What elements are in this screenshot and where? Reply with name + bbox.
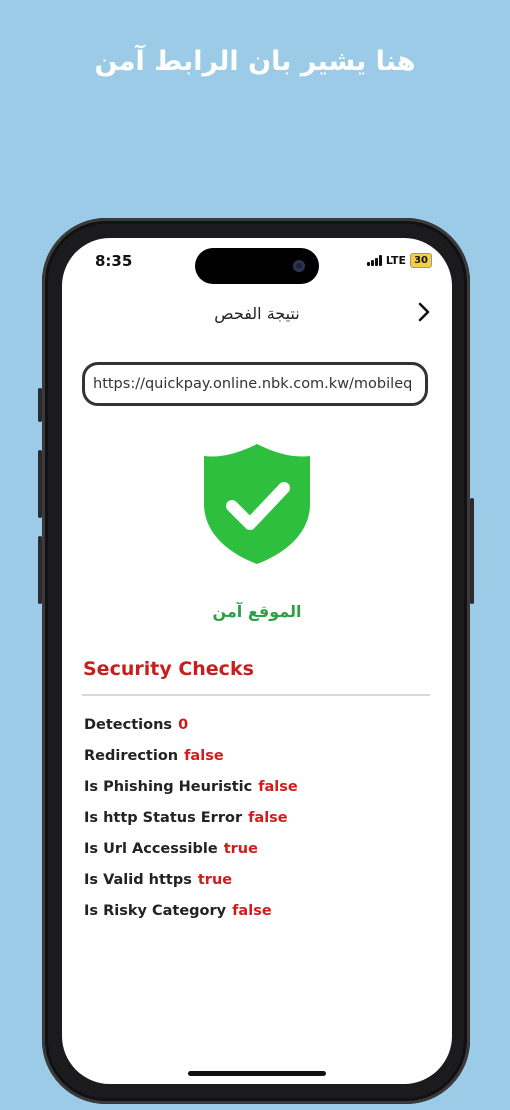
green-shield-check-icon [204, 444, 310, 564]
status-time: 8:35 [95, 252, 133, 270]
phone-screen: 8:35 LTE 30 نتيجة الفحص https://quickpay… [62, 238, 452, 1084]
page-title: نتيجة الفحص [214, 304, 300, 323]
check-row-detections: Detections 0 [84, 717, 188, 733]
check-label: Is Valid https [84, 872, 192, 888]
camera-icon [293, 260, 305, 272]
check-label: Is Url Accessible [84, 841, 218, 857]
check-label: Is Phishing Heuristic [84, 779, 253, 795]
check-value: false [248, 810, 288, 826]
check-row-risky-category: Is Risky Category false [84, 903, 272, 919]
check-row-valid-https: Is Valid https true [84, 872, 232, 888]
network-type: LTE [385, 254, 407, 267]
check-value: false [232, 903, 272, 919]
battery-icon: 30 [410, 253, 432, 268]
phone-volume-up [38, 450, 42, 518]
check-value: false [184, 748, 224, 764]
divider [82, 694, 430, 696]
check-label: Is http Status Error [84, 810, 243, 826]
chevron-right-icon[interactable] [412, 300, 436, 324]
check-label: Detections [84, 717, 173, 733]
phone-side-button [38, 388, 42, 422]
phone-volume-down [38, 536, 42, 604]
check-value: true [197, 872, 233, 888]
check-row-redirection: Redirection false [84, 748, 224, 764]
url-input[interactable]: https://quickpay.online.nbk.com.kw/mobil… [82, 362, 428, 406]
check-row-http-status-error: Is http Status Error false [84, 810, 288, 826]
status-indicators: LTE 30 [366, 253, 432, 268]
dynamic-island [195, 248, 319, 284]
banner-caption: هنا يشير بان الرابط آمن [94, 46, 416, 77]
phone-power-button [470, 498, 474, 604]
check-value: false [258, 779, 298, 795]
check-label: Is Risky Category [84, 903, 227, 919]
check-value: 0 [178, 717, 189, 733]
home-indicator[interactable] [188, 1071, 326, 1076]
check-row-phishing-heuristic: Is Phishing Heuristic false [84, 779, 298, 795]
check-label: Redirection [84, 748, 179, 764]
signal-icon [366, 255, 382, 266]
security-checks-title: Security Checks [83, 658, 254, 680]
check-value: true [223, 841, 258, 857]
check-row-url-accessible: Is Url Accessible true [84, 841, 258, 857]
url-value: https://quickpay.online.nbk.com.kw/mobil… [93, 376, 413, 392]
safety-status-text: الموقع آمن [212, 602, 302, 621]
